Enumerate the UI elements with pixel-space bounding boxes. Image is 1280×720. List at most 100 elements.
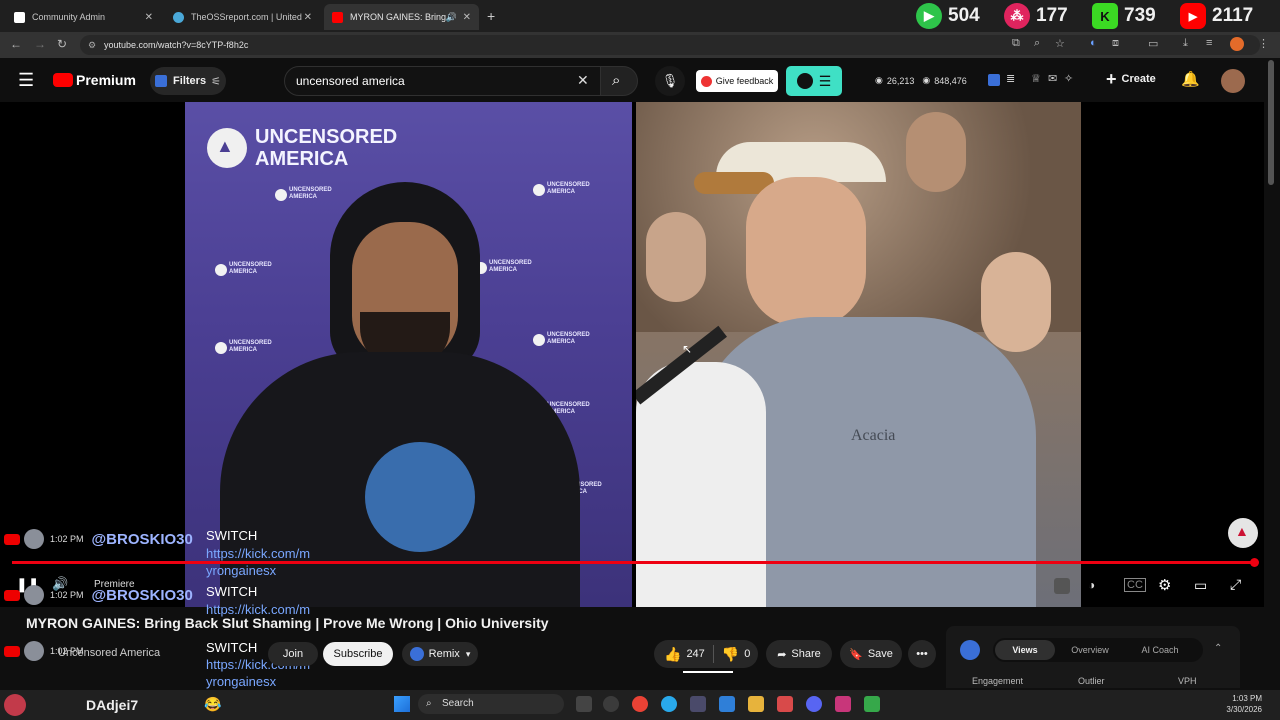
tab-youtube-video[interactable]: MYRON GAINES: Bring Back 🔊 ✕	[324, 4, 479, 30]
voice-search-button[interactable]: 🎙	[655, 66, 685, 96]
app-icon[interactable]	[777, 696, 793, 712]
theater-mode-icon[interactable]: ▭	[1194, 577, 1207, 594]
counter-value: 739	[1124, 5, 1156, 26]
grid-icon	[14, 11, 25, 23]
search-input[interactable]: uncensored america	[284, 66, 602, 96]
download-icon[interactable]: ⤓	[1183, 37, 1188, 50]
extensions-icon[interactable]: ⧈	[1112, 37, 1119, 50]
site-info-icon[interactable]: ⚙	[88, 35, 96, 55]
profile-avatar[interactable]	[1230, 37, 1244, 51]
chevron-up-icon[interactable]: ⌃	[1214, 643, 1222, 654]
search-button[interactable]: ⌕	[600, 66, 638, 96]
tab-views[interactable]: Views	[995, 640, 1055, 660]
youtube-icon	[4, 589, 20, 601]
back-icon[interactable]: ←	[10, 37, 22, 51]
mountain-icon: ▲	[216, 136, 234, 156]
chatgpt-icon[interactable]	[603, 696, 619, 712]
reading-list-icon[interactable]: ≡	[1206, 37, 1212, 49]
emoji-icon: 😂	[204, 696, 222, 712]
new-tab-button[interactable]: +	[487, 8, 495, 24]
menu-kebab-icon[interactable]: ⋮	[1258, 37, 1269, 50]
channel-name[interactable]: Uncensored America	[58, 647, 160, 659]
tab-community-admin[interactable]: Community Admin ✕	[6, 4, 161, 30]
banner-text: UNCENSORED AMERICA	[255, 126, 397, 170]
iq-tabs: Views Overview AI Coach	[993, 638, 1203, 662]
windows-start-icon[interactable]	[394, 696, 410, 712]
share-button[interactable]: ➦ Share	[766, 640, 832, 668]
taskbar-search[interactable]: ⌕ Search	[418, 694, 564, 714]
notifications-bell-icon[interactable]: 🔔	[1181, 70, 1200, 88]
system-clock[interactable]: 1:03 PM 3/30/2026	[1218, 693, 1262, 715]
tab-overview[interactable]: Overview	[1055, 645, 1125, 655]
clock-date: 3/30/2026	[1226, 705, 1262, 714]
tab-ai-coach[interactable]: AI Coach	[1125, 645, 1195, 655]
chat-row: 1:02 PM @BROSKIO30	[0, 529, 193, 549]
hamburger-menu-icon[interactable]: ☰	[18, 70, 34, 91]
shirt-graphic	[365, 442, 475, 552]
save-button[interactable]: 🔖 Save	[840, 640, 902, 668]
tubebuddy-menu-button[interactable]: ☰	[786, 66, 842, 96]
crowd-face	[646, 212, 706, 302]
captions-icon[interactable]: CC	[1124, 578, 1146, 592]
eye-icon: ◉	[875, 75, 883, 85]
column-engagement: Engagement	[972, 676, 1024, 686]
chrome-icon[interactable]	[632, 696, 648, 712]
fullscreen-icon[interactable]: ⤢	[1230, 576, 1241, 593]
app-icon[interactable]	[835, 696, 851, 712]
telegram-icon[interactable]	[661, 696, 677, 712]
counter-youtube: ▶ 2117	[1180, 3, 1253, 29]
subscribe-button[interactable]: Subscribe	[323, 642, 393, 666]
clear-search-icon[interactable]: ✕	[577, 72, 589, 89]
reload-icon[interactable]: ↻	[57, 37, 67, 51]
install-icon[interactable]: ⧉	[1012, 37, 1020, 50]
speaker-icon[interactable]: 🔊	[446, 12, 457, 23]
autoplay-toggle-icon[interactable]: ◑	[1088, 578, 1095, 592]
banner-line-1: UNCENSORED	[255, 126, 398, 148]
app-icon[interactable]	[864, 696, 880, 712]
join-button[interactable]: Join	[268, 642, 318, 666]
remix-button[interactable]: Remix ▾	[402, 642, 478, 666]
brand-label: Premium	[76, 72, 136, 88]
bookmark-icon: 🔖	[849, 648, 863, 661]
give-feedback-button[interactable]: Give feedback	[696, 70, 778, 92]
create-label: Create	[1121, 73, 1156, 85]
iq-icon[interactable]	[988, 74, 1000, 86]
channel-watermark[interactable]: ▲	[1228, 518, 1258, 548]
close-icon[interactable]: ✕	[145, 12, 153, 23]
stat-views: 26,213	[886, 75, 915, 86]
vscode-icon[interactable]	[719, 696, 735, 712]
trophy-icon[interactable]: ♕	[1031, 72, 1041, 85]
list-icon[interactable]: ≣	[1006, 72, 1015, 85]
iq-player-icon[interactable]	[1054, 578, 1070, 594]
sidebar-icon[interactable]: ▭	[1148, 37, 1158, 50]
task-view-icon[interactable]	[576, 696, 592, 712]
filters-button[interactable]: Filters ⚟	[150, 67, 226, 95]
account-avatar[interactable]	[1221, 69, 1245, 93]
chat-icon[interactable]: ✉	[1048, 72, 1057, 85]
address-bar-row: ← → ↻ ⚙ youtube.com/watch?v=8cYTP-f8h2c	[0, 32, 1280, 58]
url-field[interactable]: ⚙ youtube.com/watch?v=8cYTP-f8h2c	[80, 35, 1260, 55]
dislike-button[interactable]: 👎 0	[722, 646, 751, 663]
close-icon[interactable]: ✕	[463, 12, 471, 23]
forward-icon[interactable]: →	[34, 37, 46, 51]
column-vph: VPH	[1178, 676, 1197, 686]
tab-oss-report[interactable]: TheOSSreport.com | United Sta ✕	[165, 4, 320, 30]
youtube-logo[interactable]: Premium	[53, 72, 136, 88]
chat-row: 1:02 PM @BROSKIO30	[0, 585, 193, 605]
close-icon[interactable]: ✕	[304, 12, 312, 23]
like-button[interactable]: 👍 247	[664, 646, 705, 663]
counter-viewers: ⁂ 177	[1004, 3, 1068, 29]
app-icon[interactable]	[690, 696, 706, 712]
video-progress-bar[interactable]	[12, 558, 1259, 567]
extension-iq-icon[interactable]: ◐	[1090, 37, 1097, 49]
create-button[interactable]: + Create	[1106, 70, 1156, 88]
file-explorer-icon[interactable]	[748, 696, 764, 712]
sparkle-icon[interactable]: ✧	[1064, 72, 1073, 85]
settings-gear-icon[interactable]: ⚙	[1158, 576, 1171, 594]
more-actions-button[interactable]: •••	[908, 640, 936, 668]
page-scrollbar[interactable]	[1268, 60, 1274, 185]
chat-command: SWITCH	[206, 528, 258, 543]
bookmark-star-icon[interactable]: ☆	[1055, 37, 1065, 50]
discord-icon[interactable]	[806, 696, 822, 712]
zoom-icon[interactable]: ⌕	[1034, 37, 1040, 50]
